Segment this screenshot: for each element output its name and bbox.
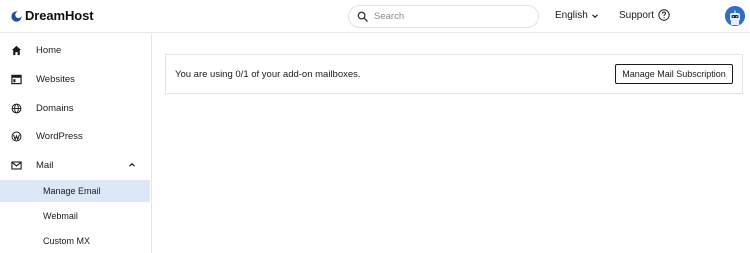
- mailbox-usage-banner: You are using 0/1 of your add-on mailbox…: [165, 54, 743, 94]
- sidebar-subitem-label: Webmail: [43, 211, 78, 221]
- brand-name: DreamHost: [25, 8, 94, 23]
- dreamhost-logo[interactable]: DreamHost: [11, 8, 94, 24]
- help-circle-icon: [658, 9, 670, 21]
- envelope-icon: [11, 160, 22, 170]
- sidebar-item-wordpress[interactable]: WordPress: [0, 124, 150, 148]
- sidebar-item-home[interactable]: Home: [0, 38, 150, 62]
- user-avatar[interactable]: [725, 6, 745, 26]
- sidebar-subitem-webmail[interactable]: Webmail: [0, 205, 150, 227]
- browser-window-icon: [11, 74, 22, 84]
- chevron-up-icon: [129, 162, 135, 167]
- sidebar-item-label: Home: [36, 44, 62, 56]
- support-link[interactable]: Support: [619, 9, 670, 21]
- top-header: DreamHost English Support: [0, 0, 750, 33]
- sidebar-subitem-label: Custom MX: [43, 236, 91, 246]
- support-label: Support: [619, 9, 655, 21]
- manage-mail-subscription-button[interactable]: Manage Mail Subscription: [615, 64, 733, 84]
- sidebar-subitem-label: Manage Email: [43, 186, 101, 196]
- search-icon: [357, 11, 368, 22]
- search-input[interactable]: [374, 11, 524, 22]
- sidebar-subitem-custom-mx[interactable]: Custom MX: [0, 230, 150, 252]
- globe-icon: [11, 103, 22, 113]
- avatar-robot-icon: [725, 6, 745, 26]
- sidebar-item-label: Websites: [36, 73, 75, 85]
- wordpress-icon: [11, 131, 22, 141]
- home-icon: [11, 45, 22, 55]
- sidebar-item-mail[interactable]: Mail: [0, 153, 150, 177]
- sidebar: Home Websites Domains WordPress Mail Man…: [0, 34, 152, 253]
- language-label: English: [555, 10, 588, 21]
- sidebar-item-label: WordPress: [36, 130, 83, 142]
- sidebar-item-websites[interactable]: Websites: [0, 67, 150, 91]
- mailbox-usage-text: You are using 0/1 of your add-on mailbox…: [175, 69, 361, 80]
- dreamhost-moon-icon: [11, 10, 22, 22]
- sidebar-subitem-manage-email[interactable]: Manage Email: [0, 180, 150, 202]
- sidebar-item-label: Domains: [36, 102, 74, 114]
- language-selector[interactable]: English: [555, 10, 599, 21]
- chevron-down-icon: [591, 13, 598, 18]
- search-box[interactable]: [348, 5, 539, 28]
- sidebar-item-label: Mail: [36, 159, 54, 171]
- sidebar-item-domains[interactable]: Domains: [0, 96, 150, 120]
